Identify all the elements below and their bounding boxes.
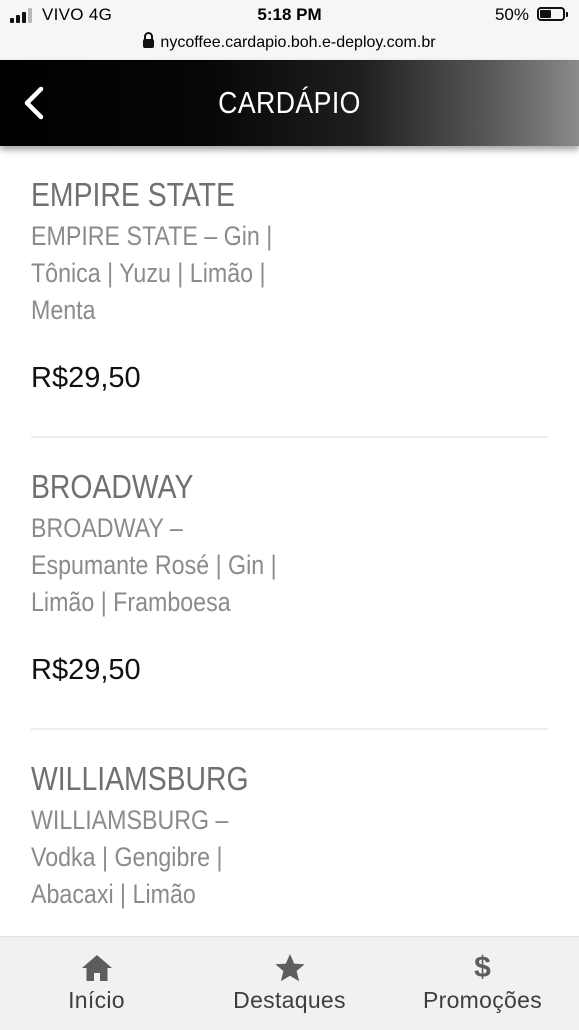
tab-label: Início — [68, 987, 125, 1013]
battery-icon — [537, 7, 568, 21]
menu-item[interactable]: BROADWAY BROADWAY – Espumante Rosé | Gin… — [31, 438, 548, 730]
status-bar: VIVO 4G 5:18 PM 50% — [0, 0, 579, 32]
menu-item-name: BROADWAY — [31, 468, 194, 505]
status-time: 5:18 PM — [257, 5, 322, 24]
star-icon — [193, 953, 386, 983]
dollar-icon: $ — [474, 951, 491, 984]
lock-icon — [143, 32, 155, 48]
tab-inicio[interactable]: Início — [0, 937, 193, 1030]
tab-label: Destaques — [233, 987, 346, 1013]
home-icon — [0, 953, 193, 983]
url-text: nycoffee.cardapio.boh.e-deploy.com.br — [160, 34, 436, 51]
menu-item-name: WILLIAMSBURG — [31, 760, 249, 797]
app-header: CARDÁPIO — [0, 60, 579, 146]
address-bar[interactable]: nycoffee.cardapio.boh.e-deploy.com.br — [0, 30, 579, 60]
menu-item[interactable]: WILLIAMSBURG WILLIAMSBURG – Vodka | Geng… — [31, 730, 548, 936]
menu-item-price: R$29,50 — [31, 362, 141, 394]
menu-item-description: EMPIRE STATE – Gin | Tônica | Yuzu | Lim… — [31, 221, 273, 325]
tab-destaques[interactable]: Destaques — [193, 937, 386, 1030]
menu-list: EMPIRE STATE EMPIRE STATE – Gin | Tônica… — [0, 146, 579, 936]
page-title: CARDÁPIO — [218, 85, 361, 120]
tab-promocoes[interactable]: $ Promoções — [386, 937, 579, 1030]
battery-percentage: 50% — [494, 5, 529, 24]
menu-item-description: WILLIAMSBURG – Vodka | Gengibre | Abacax… — [31, 805, 229, 909]
back-button[interactable] — [14, 82, 56, 124]
menu-item[interactable]: EMPIRE STATE EMPIRE STATE – Gin | Tônica… — [31, 146, 548, 438]
menu-item-price: R$29,50 — [31, 654, 141, 686]
bottom-tab-bar: Início Destaques $ Promoções — [0, 936, 579, 1030]
menu-item-description: BROADWAY – Espumante Rosé | Gin | Limão … — [31, 513, 277, 617]
tab-label: Promoções — [422, 987, 543, 1013]
menu-item-name: EMPIRE STATE — [31, 176, 235, 213]
chevron-left-icon — [24, 86, 44, 120]
